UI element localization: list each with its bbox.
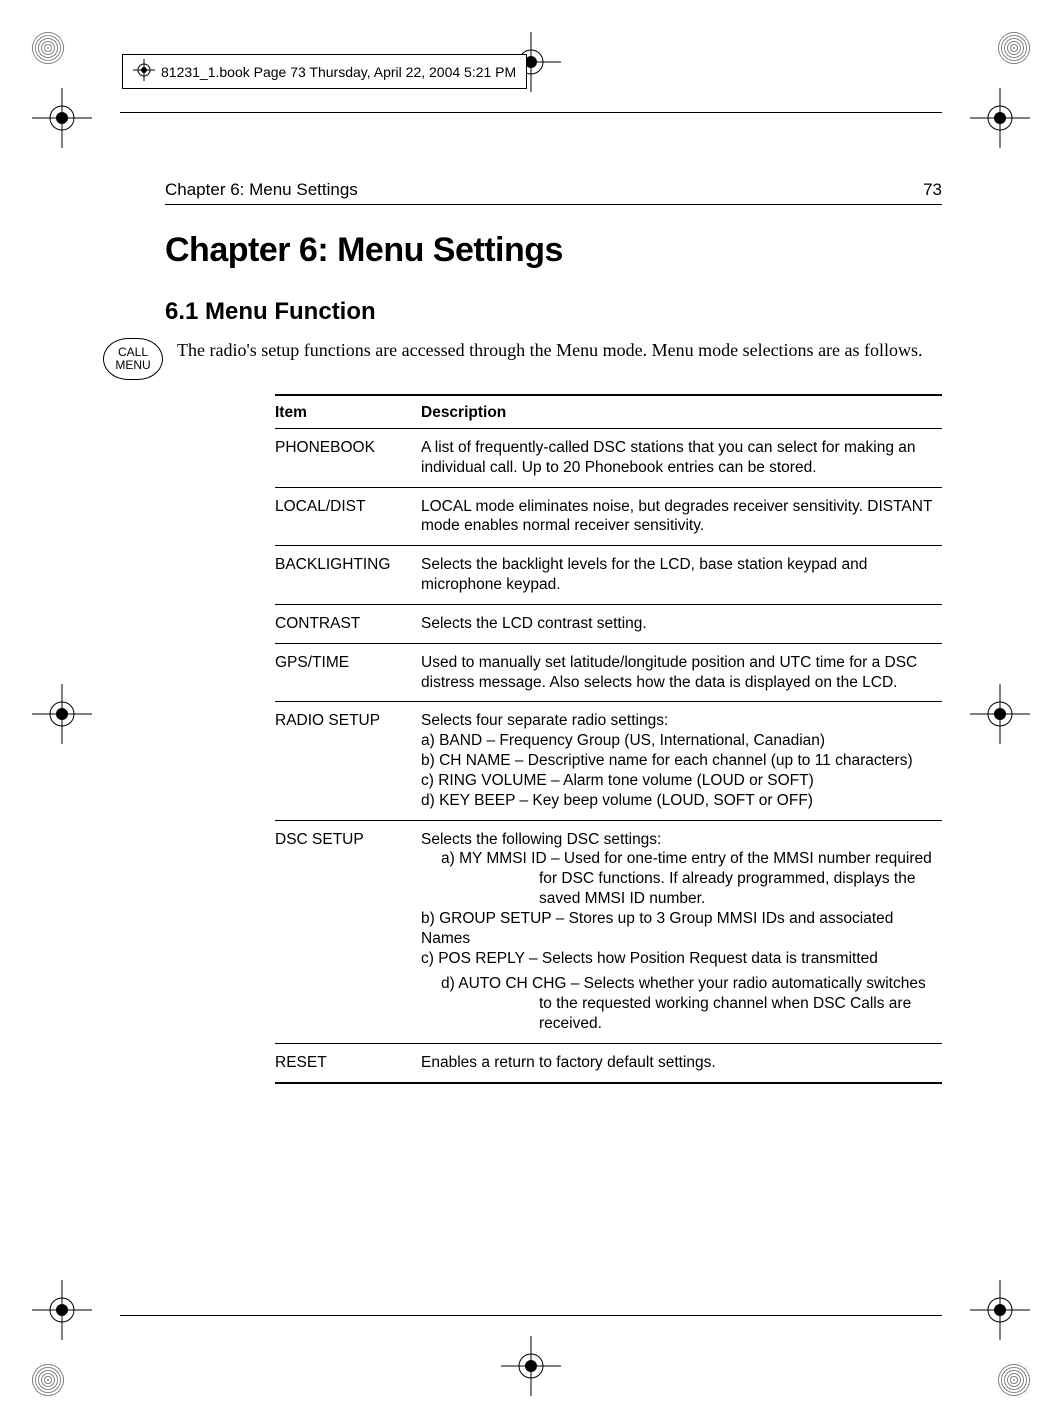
table-row: PHONEBOOK A list of frequently-called DS… <box>275 429 942 488</box>
table-row: RADIO SETUP Selects four separate radio … <box>275 702 942 820</box>
item-cell: RESET <box>275 1043 421 1082</box>
desc-cell: Enables a return to factory default sett… <box>421 1043 942 1082</box>
print-mark-corner <box>30 1362 66 1398</box>
item-cell: RADIO SETUP <box>275 702 421 820</box>
desc-line: b) GROUP SETUP – Stores up to 3 Group MM… <box>421 910 893 947</box>
registration-mark-icon <box>32 88 92 148</box>
item-cell: GPS/TIME <box>275 643 421 702</box>
item-cell: BACKLIGHTING <box>275 546 421 605</box>
registration-mark-icon <box>970 1280 1030 1340</box>
section-title: 6.1 Menu Function <box>165 298 942 326</box>
running-head: Chapter 6: Menu Settings 73 <box>165 180 942 205</box>
crop-line-top <box>120 112 942 113</box>
print-mark-corner <box>996 1362 1032 1398</box>
table-header-desc: Description <box>421 395 942 429</box>
table-header-item: Item <box>275 395 421 429</box>
registration-mark-icon <box>133 59 155 84</box>
desc-cell: Used to manually set latitude/longitude … <box>421 643 942 702</box>
registration-mark-icon <box>970 88 1030 148</box>
table-row: LOCAL/DIST LOCAL mode eliminates noise, … <box>275 487 942 546</box>
desc-cell: Selects the backlight levels for the LCD… <box>421 546 942 605</box>
desc-cell: Selects the LCD contrast setting. <box>421 604 942 643</box>
desc-cell: Selects four separate radio settings: a)… <box>421 702 942 820</box>
table-row: CONTRAST Selects the LCD contrast settin… <box>275 604 942 643</box>
desc-line: Selects the following DSC settings: <box>421 831 661 848</box>
desc-cell: LOCAL mode eliminates noise, but degrade… <box>421 487 942 546</box>
call-menu-button-icon: CALL MENU <box>103 338 163 380</box>
chapter-title: Chapter 6: Menu Settings <box>165 231 942 270</box>
page-info-text: 81231_1.book Page 73 Thursday, April 22,… <box>161 64 516 80</box>
print-mark-corner <box>30 30 66 66</box>
page-number: 73 <box>923 180 942 200</box>
table-row: RESET Enables a return to factory defaul… <box>275 1043 942 1082</box>
call-menu-line2: MENU <box>115 359 150 372</box>
desc-line: b) CH NAME – Descriptive name for each c… <box>421 752 913 769</box>
item-cell: DSC SETUP <box>275 820 421 1043</box>
desc-line: Selects four separate radio settings: <box>421 712 668 729</box>
registration-mark-icon <box>970 684 1030 744</box>
registration-mark-icon <box>32 684 92 744</box>
print-mark-corner <box>996 30 1032 66</box>
desc-line: a) MY MMSI ID – Used for one-time entry … <box>421 849 934 908</box>
desc-cell: Selects the following DSC settings: a) M… <box>421 820 942 1043</box>
item-cell: CONTRAST <box>275 604 421 643</box>
desc-cell: A list of frequently-called DSC stations… <box>421 429 942 488</box>
desc-line: d) KEY BEEP – Key beep volume (LOUD, SOF… <box>421 792 813 809</box>
table-row: DSC SETUP Selects the following DSC sett… <box>275 820 942 1043</box>
item-cell: LOCAL/DIST <box>275 487 421 546</box>
desc-line: d) AUTO CH CHG – Selects whether your ra… <box>421 974 934 1033</box>
page-info-frame: 81231_1.book Page 73 Thursday, April 22,… <box>122 54 527 89</box>
table-row: BACKLIGHTING Selects the backlight level… <box>275 546 942 605</box>
desc-line: c) RING VOLUME – Alarm tone volume (LOUD… <box>421 772 814 789</box>
desc-line: a) BAND – Frequency Group (US, Internati… <box>421 732 825 749</box>
table-row: GPS/TIME Used to manually set latitude/l… <box>275 643 942 702</box>
desc-line: c) POS REPLY – Selects how Position Requ… <box>421 950 878 967</box>
running-head-left: Chapter 6: Menu Settings <box>165 180 358 200</box>
registration-mark-icon <box>32 1280 92 1340</box>
item-cell: PHONEBOOK <box>275 429 421 488</box>
registration-mark-icon <box>501 1336 561 1396</box>
crop-line-bottom <box>120 1315 942 1316</box>
intro-paragraph: The radio's setup functions are accessed… <box>177 338 923 362</box>
menu-settings-table: Item Description PHONEBOOK A list of fre… <box>275 394 942 1084</box>
